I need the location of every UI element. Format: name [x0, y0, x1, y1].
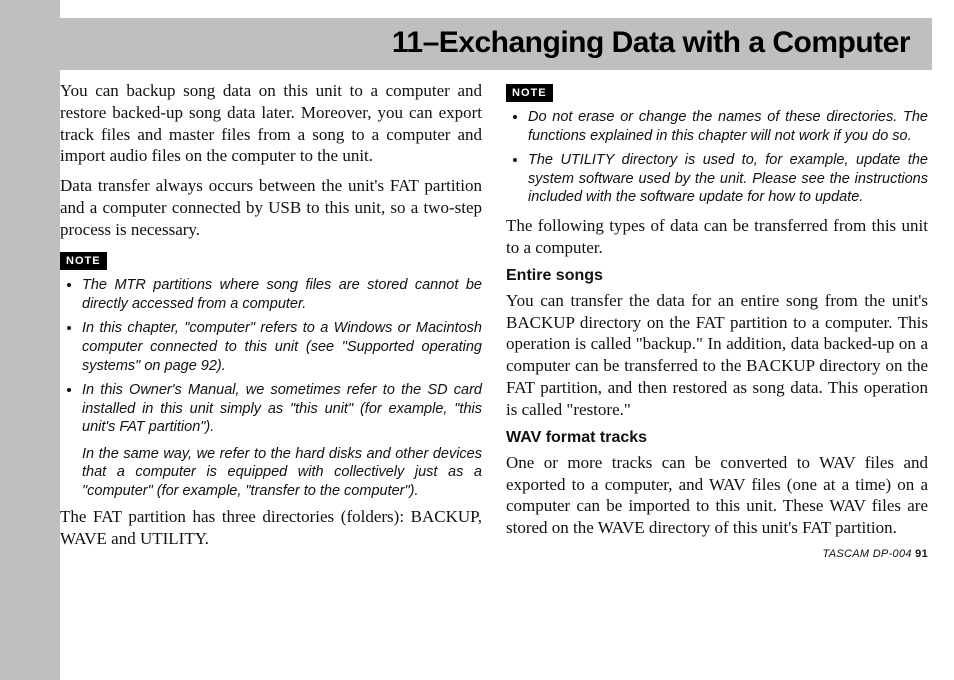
body-paragraph: You can transfer the data for an entire …: [506, 290, 928, 421]
page-footer: TASCAM DP-004 91: [506, 547, 928, 561]
note-badge: NOTE: [60, 252, 107, 270]
manual-page: 11–Exchanging Data with a Computer You c…: [0, 0, 954, 680]
title-band: 11–Exchanging Data with a Computer: [0, 18, 932, 70]
note-item: In this Owner's Manual, we sometimes ref…: [82, 381, 482, 437]
body-paragraph: The FAT partition has three directories …: [60, 506, 482, 550]
footer-model: TASCAM DP-004: [823, 548, 912, 560]
chapter-title: 11–Exchanging Data with a Computer: [60, 26, 910, 60]
body-paragraph: One or more tracks can be converted to W…: [506, 452, 928, 539]
left-column: You can backup song data on this unit to…: [60, 80, 482, 561]
body-paragraph: Data transfer always occurs between the …: [60, 175, 482, 240]
sub-heading: Entire songs: [506, 266, 928, 286]
two-column-layout: You can backup song data on this unit to…: [60, 80, 932, 561]
note-badge: NOTE: [506, 84, 553, 102]
note-continuation: In the same way, we refer to the hard di…: [82, 445, 482, 501]
page-inner: 11–Exchanging Data with a Computer You c…: [60, 0, 954, 680]
note-item: The UTILITY directory is used to, for ex…: [528, 151, 928, 207]
note-item: In this chapter, "computer" refers to a …: [82, 319, 482, 375]
sub-heading: WAV format tracks: [506, 428, 928, 448]
note-list: Do not erase or change the names of thes…: [506, 108, 928, 207]
body-paragraph: You can backup song data on this unit to…: [60, 80, 482, 167]
note-item: Do not erase or change the names of thes…: [528, 108, 928, 145]
body-paragraph: The following types of data can be trans…: [506, 215, 928, 259]
note-item: The MTR partitions where song files are …: [82, 276, 482, 313]
footer-page-number: 91: [915, 548, 928, 560]
right-column: NOTE Do not erase or change the names of…: [506, 80, 928, 561]
note-list: The MTR partitions where song files are …: [60, 276, 482, 436]
